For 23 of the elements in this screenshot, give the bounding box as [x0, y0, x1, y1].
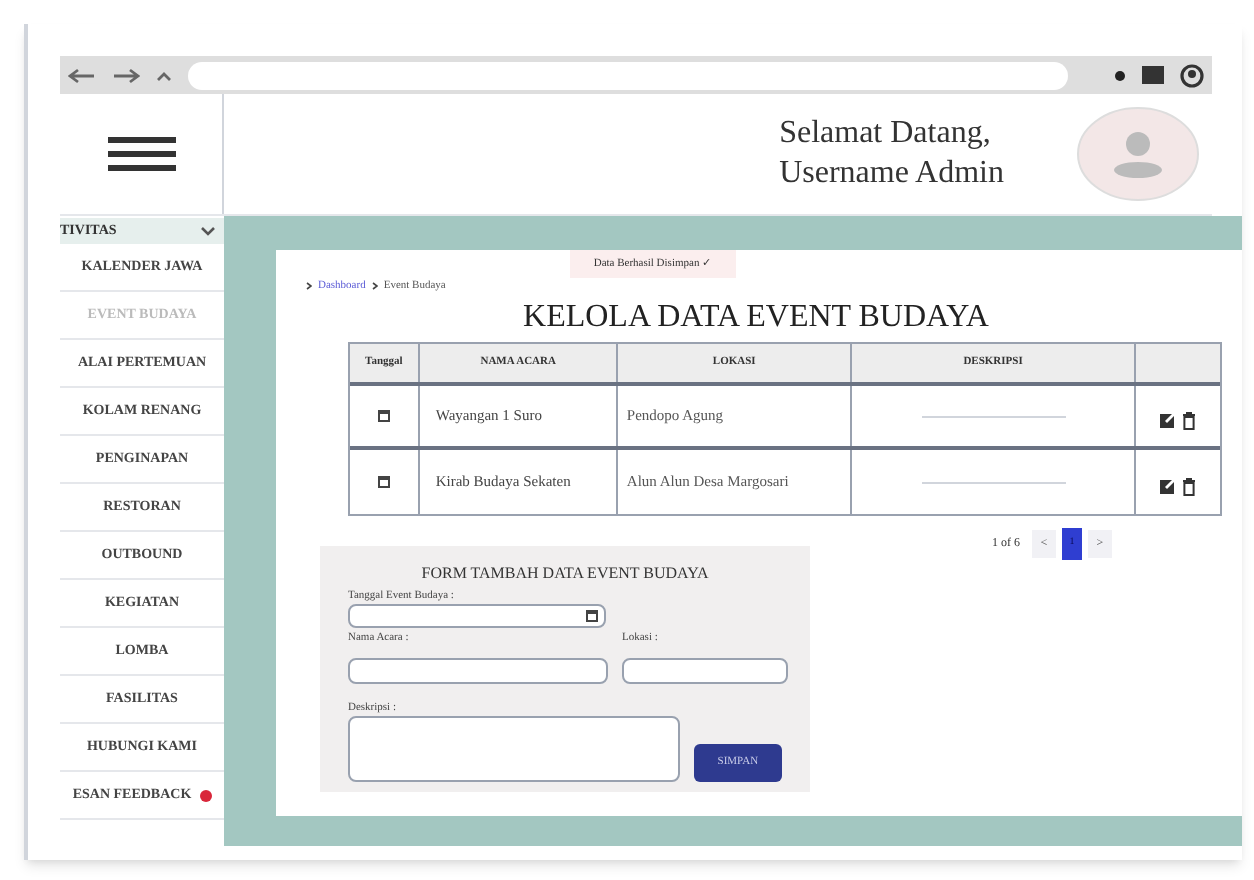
up-icon[interactable] — [156, 69, 172, 81]
account-icon[interactable] — [1180, 63, 1204, 87]
name-field[interactable] — [348, 658, 608, 684]
location-field[interactable] — [622, 658, 788, 684]
trash-icon[interactable] — [1182, 411, 1197, 429]
chevron-icon — [306, 282, 312, 291]
menu-icon[interactable] — [107, 136, 175, 172]
edit-icon[interactable] — [1160, 412, 1179, 428]
edit-icon[interactable] — [1160, 478, 1179, 494]
calendar-icon — [377, 410, 390, 422]
username-text: Username Admin — [779, 154, 1004, 194]
calendar-icon — [586, 610, 598, 623]
description-field[interactable] — [348, 715, 680, 782]
chevron-icon — [200, 226, 216, 236]
calendar-icon — [377, 476, 390, 488]
page-title: KELOLA DATA EVENT BUDAYA — [521, 300, 991, 336]
trash-icon[interactable] — [1182, 477, 1197, 495]
forward-icon[interactable] — [112, 67, 140, 83]
back-icon[interactable] — [68, 67, 96, 83]
greeting-text: Selamat Datang, — [779, 114, 993, 154]
date-field[interactable] — [348, 604, 606, 629]
chevron-icon — [371, 282, 378, 291]
form-title: FORM TAMBAH DATA EVENT BUDAYA — [419, 562, 711, 586]
